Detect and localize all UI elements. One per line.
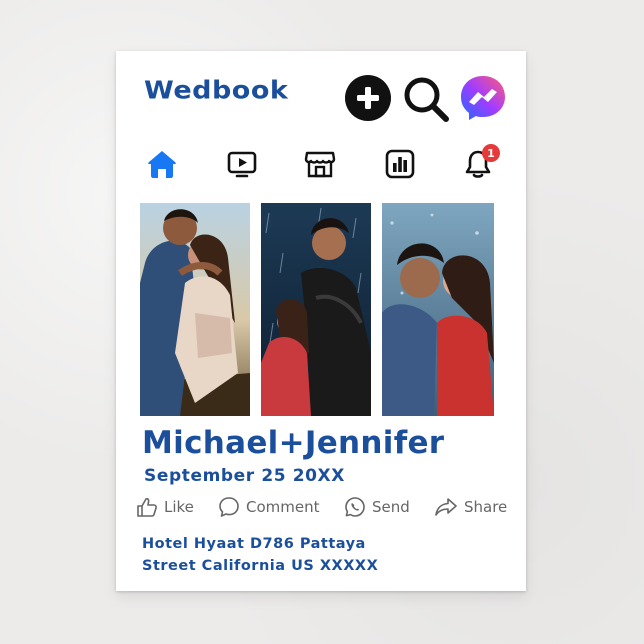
notification-badge: 1 xyxy=(482,144,500,162)
stats-icon xyxy=(385,149,415,179)
search-icon xyxy=(404,77,449,122)
create-button[interactable] xyxy=(345,75,391,121)
photo-3 xyxy=(382,203,494,416)
address-line-2: Street California US XXXXX xyxy=(142,558,379,574)
share-button[interactable]: Share xyxy=(434,496,507,518)
like-icon xyxy=(137,497,157,517)
whatsapp-icon xyxy=(345,497,365,517)
nav-item-video[interactable] xyxy=(224,146,260,182)
comment-button[interactable]: Comment xyxy=(218,496,320,518)
comment-icon xyxy=(219,497,239,517)
video-icon xyxy=(227,151,257,178)
post-actions: Like Comment Send Share xyxy=(136,496,516,524)
brand-logo: Wedbook xyxy=(144,76,289,105)
marketplace-icon xyxy=(304,151,336,178)
nav-bar: 1 xyxy=(138,144,508,188)
plus-icon xyxy=(357,87,379,109)
like-button[interactable]: Like xyxy=(136,496,194,518)
like-label: Like xyxy=(164,498,194,516)
event-date: September 25 20XX xyxy=(144,466,345,486)
share-label: Share xyxy=(464,498,508,516)
comment-label: Comment xyxy=(246,498,320,516)
messenger-icon xyxy=(461,76,505,120)
share-icon xyxy=(435,498,457,516)
search-button[interactable] xyxy=(401,74,451,124)
photo-2 xyxy=(261,203,371,416)
nav-item-home[interactable] xyxy=(144,146,180,182)
send-button[interactable]: Send xyxy=(344,496,410,518)
address-line-1: Hotel Hyaat D786 Pattaya xyxy=(142,536,366,552)
messenger-button[interactable] xyxy=(459,74,507,122)
nav-item-stats[interactable] xyxy=(382,146,418,182)
nav-item-notifications[interactable]: 1 xyxy=(460,144,500,182)
nav-item-marketplace[interactable] xyxy=(302,146,338,182)
photo-1 xyxy=(140,203,250,416)
send-label: Send xyxy=(372,498,410,516)
home-icon xyxy=(148,151,176,178)
couple-names: Michael+Jennifer xyxy=(142,425,445,461)
invitation-card: Wedbook 1 Michael+Jennifer September 25 … xyxy=(116,51,526,591)
